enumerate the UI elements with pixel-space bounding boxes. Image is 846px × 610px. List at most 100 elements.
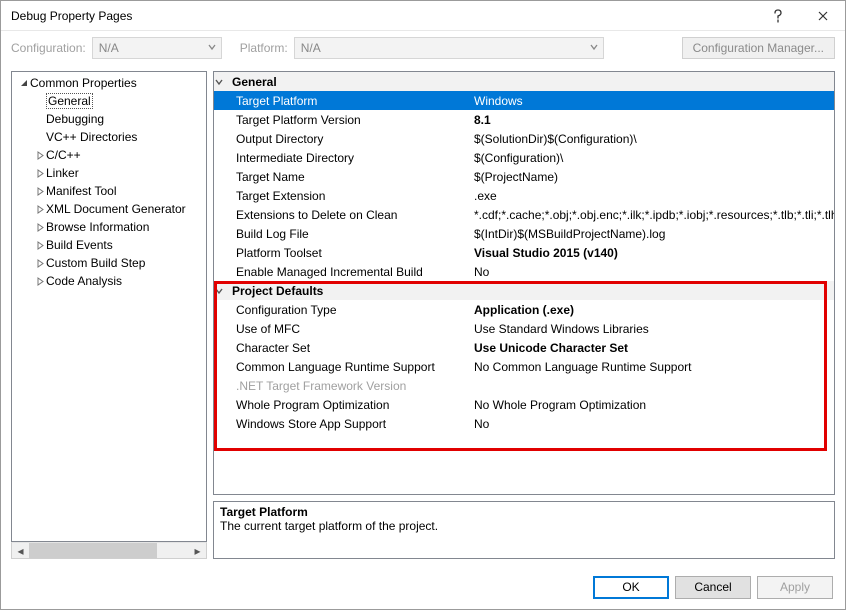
tree-item[interactable]: C/C++: [12, 146, 206, 164]
property-value: Application (.exe): [474, 303, 834, 317]
ok-button[interactable]: OK: [593, 576, 669, 599]
tree-item[interactable]: XML Document Generator: [12, 200, 206, 218]
expand-icon: [34, 205, 46, 214]
configuration-label: Configuration:: [11, 41, 86, 55]
property-row[interactable]: Common Language Runtime SupportNo Common…: [214, 357, 834, 376]
tree-root-label: Common Properties: [30, 76, 137, 90]
tree-item[interactable]: Build Events: [12, 236, 206, 254]
property-value: Visual Studio 2015 (v140): [474, 246, 834, 260]
property-name: Output Directory: [214, 132, 474, 146]
collapse-icon: [214, 77, 232, 87]
property-grid[interactable]: GeneralTarget PlatformWindowsTarget Plat…: [213, 71, 835, 495]
dialog-footer: OK Cancel Apply: [1, 565, 845, 609]
apply-button[interactable]: Apply: [757, 576, 833, 599]
platform-dropdown[interactable]: N/A: [294, 37, 604, 59]
property-row[interactable]: Extensions to Delete on Clean*.cdf;*.cac…: [214, 205, 834, 224]
configuration-dropdown[interactable]: N/A: [92, 37, 222, 59]
property-row[interactable]: Target Platform Version8.1: [214, 110, 834, 129]
property-value: 8.1: [474, 113, 834, 127]
property-row[interactable]: Build Log File$(IntDir)$(MSBuildProjectN…: [214, 224, 834, 243]
tree-panel: Common Properties GeneralDebugging VC++ Di…: [11, 71, 207, 559]
tree-item-label: XML Document Generator: [46, 202, 186, 216]
help-button[interactable]: [755, 1, 800, 31]
scroll-left-icon[interactable]: ◂: [12, 544, 29, 558]
property-name: Enable Managed Incremental Build: [214, 265, 474, 279]
close-button[interactable]: [800, 1, 845, 31]
property-value: $(ProjectName): [474, 170, 834, 184]
property-row[interactable]: Character SetUse Unicode Character Set: [214, 338, 834, 357]
tree-item[interactable]: General: [12, 92, 206, 110]
tree-item[interactable]: VC++ Directories: [12, 128, 206, 146]
tree-item[interactable]: Custom Build Step: [12, 254, 206, 272]
property-name: Platform Toolset: [214, 246, 474, 260]
tree-item-label: VC++ Directories: [46, 130, 137, 144]
property-value: Use Unicode Character Set: [474, 341, 834, 355]
property-value: $(IntDir)$(MSBuildProjectName).log: [474, 227, 834, 241]
property-value: .exe: [474, 189, 834, 203]
tree-item-label: Code Analysis: [46, 274, 122, 288]
property-row[interactable]: Intermediate Directory$(Configuration)\: [214, 148, 834, 167]
property-group-header[interactable]: Project Defaults: [214, 281, 834, 300]
property-name: Intermediate Directory: [214, 151, 474, 165]
tree-item-label: General: [46, 93, 93, 109]
property-group-header[interactable]: General: [214, 72, 834, 91]
property-row[interactable]: Enable Managed Incremental BuildNo: [214, 262, 834, 281]
scroll-track[interactable]: [29, 543, 189, 558]
tree-item[interactable]: Manifest Tool: [12, 182, 206, 200]
property-row[interactable]: Target Name$(ProjectName): [214, 167, 834, 186]
tree-item[interactable]: Browse Information: [12, 218, 206, 236]
tree-item-label: Linker: [46, 166, 79, 180]
category-tree[interactable]: Common Properties GeneralDebugging VC++ Di…: [11, 71, 207, 542]
titlebar: Debug Property Pages: [1, 1, 845, 31]
scroll-right-icon[interactable]: ▸: [189, 544, 206, 558]
property-name: Build Log File: [214, 227, 474, 241]
collapse-icon: [214, 286, 232, 296]
description-title: Target Platform: [220, 505, 828, 519]
property-name: Configuration Type: [214, 303, 474, 317]
property-row[interactable]: Target Extension.exe: [214, 186, 834, 205]
tree-root[interactable]: Common Properties: [12, 74, 206, 92]
property-row[interactable]: Target PlatformWindows: [214, 91, 834, 110]
tree-item[interactable]: Linker: [12, 164, 206, 182]
property-value: No: [474, 265, 834, 279]
expand-icon: [34, 241, 46, 250]
property-row[interactable]: Output Directory$(SolutionDir)$(Configur…: [214, 129, 834, 148]
property-name: Target Extension: [214, 189, 474, 203]
property-name: Whole Program Optimization: [214, 398, 474, 412]
property-name: Common Language Runtime Support: [214, 360, 474, 374]
expand-icon: [34, 151, 46, 160]
property-name: Use of MFC: [214, 322, 474, 336]
expand-icon: [34, 169, 46, 178]
expand-icon: [34, 187, 46, 196]
property-value: No Common Language Runtime Support: [474, 360, 834, 374]
tree-item[interactable]: Debugging: [12, 110, 206, 128]
chevron-down-icon: [207, 42, 217, 52]
property-name: Target Platform: [214, 94, 474, 108]
description-panel: Target Platform The current target platf…: [213, 501, 835, 559]
cancel-button[interactable]: Cancel: [675, 576, 751, 599]
property-row[interactable]: .NET Target Framework Version: [214, 376, 834, 395]
platform-label: Platform:: [240, 41, 288, 55]
property-value: No Whole Program Optimization: [474, 398, 834, 412]
configuration-value: N/A: [99, 41, 119, 55]
property-name: Character Set: [214, 341, 474, 355]
property-row[interactable]: Whole Program OptimizationNo Whole Progr…: [214, 395, 834, 414]
dialog-window: Debug Property Pages Configuration: N/A …: [0, 0, 846, 610]
property-row[interactable]: Platform ToolsetVisual Studio 2015 (v140…: [214, 243, 834, 262]
config-toolbar: Configuration: N/A Platform: N/A Configu…: [1, 31, 845, 65]
horizontal-scrollbar[interactable]: ◂ ▸: [11, 542, 207, 559]
property-value: Use Standard Windows Libraries: [474, 322, 834, 336]
scroll-thumb[interactable]: [29, 543, 157, 558]
property-name: Target Platform Version: [214, 113, 474, 127]
window-title: Debug Property Pages: [11, 9, 755, 23]
property-row[interactable]: Windows Store App SupportNo: [214, 414, 834, 433]
configuration-manager-button[interactable]: Configuration Manager...: [682, 37, 835, 59]
expand-icon: [34, 259, 46, 268]
tree-item-label: C/C++: [46, 148, 81, 162]
tree-item-label: Browse Information: [46, 220, 149, 234]
group-header-label: Project Defaults: [232, 284, 323, 298]
tree-item[interactable]: Code Analysis: [12, 272, 206, 290]
description-text: The current target platform of the proje…: [220, 519, 828, 533]
property-row[interactable]: Use of MFCUse Standard Windows Libraries: [214, 319, 834, 338]
property-row[interactable]: Configuration TypeApplication (.exe): [214, 300, 834, 319]
